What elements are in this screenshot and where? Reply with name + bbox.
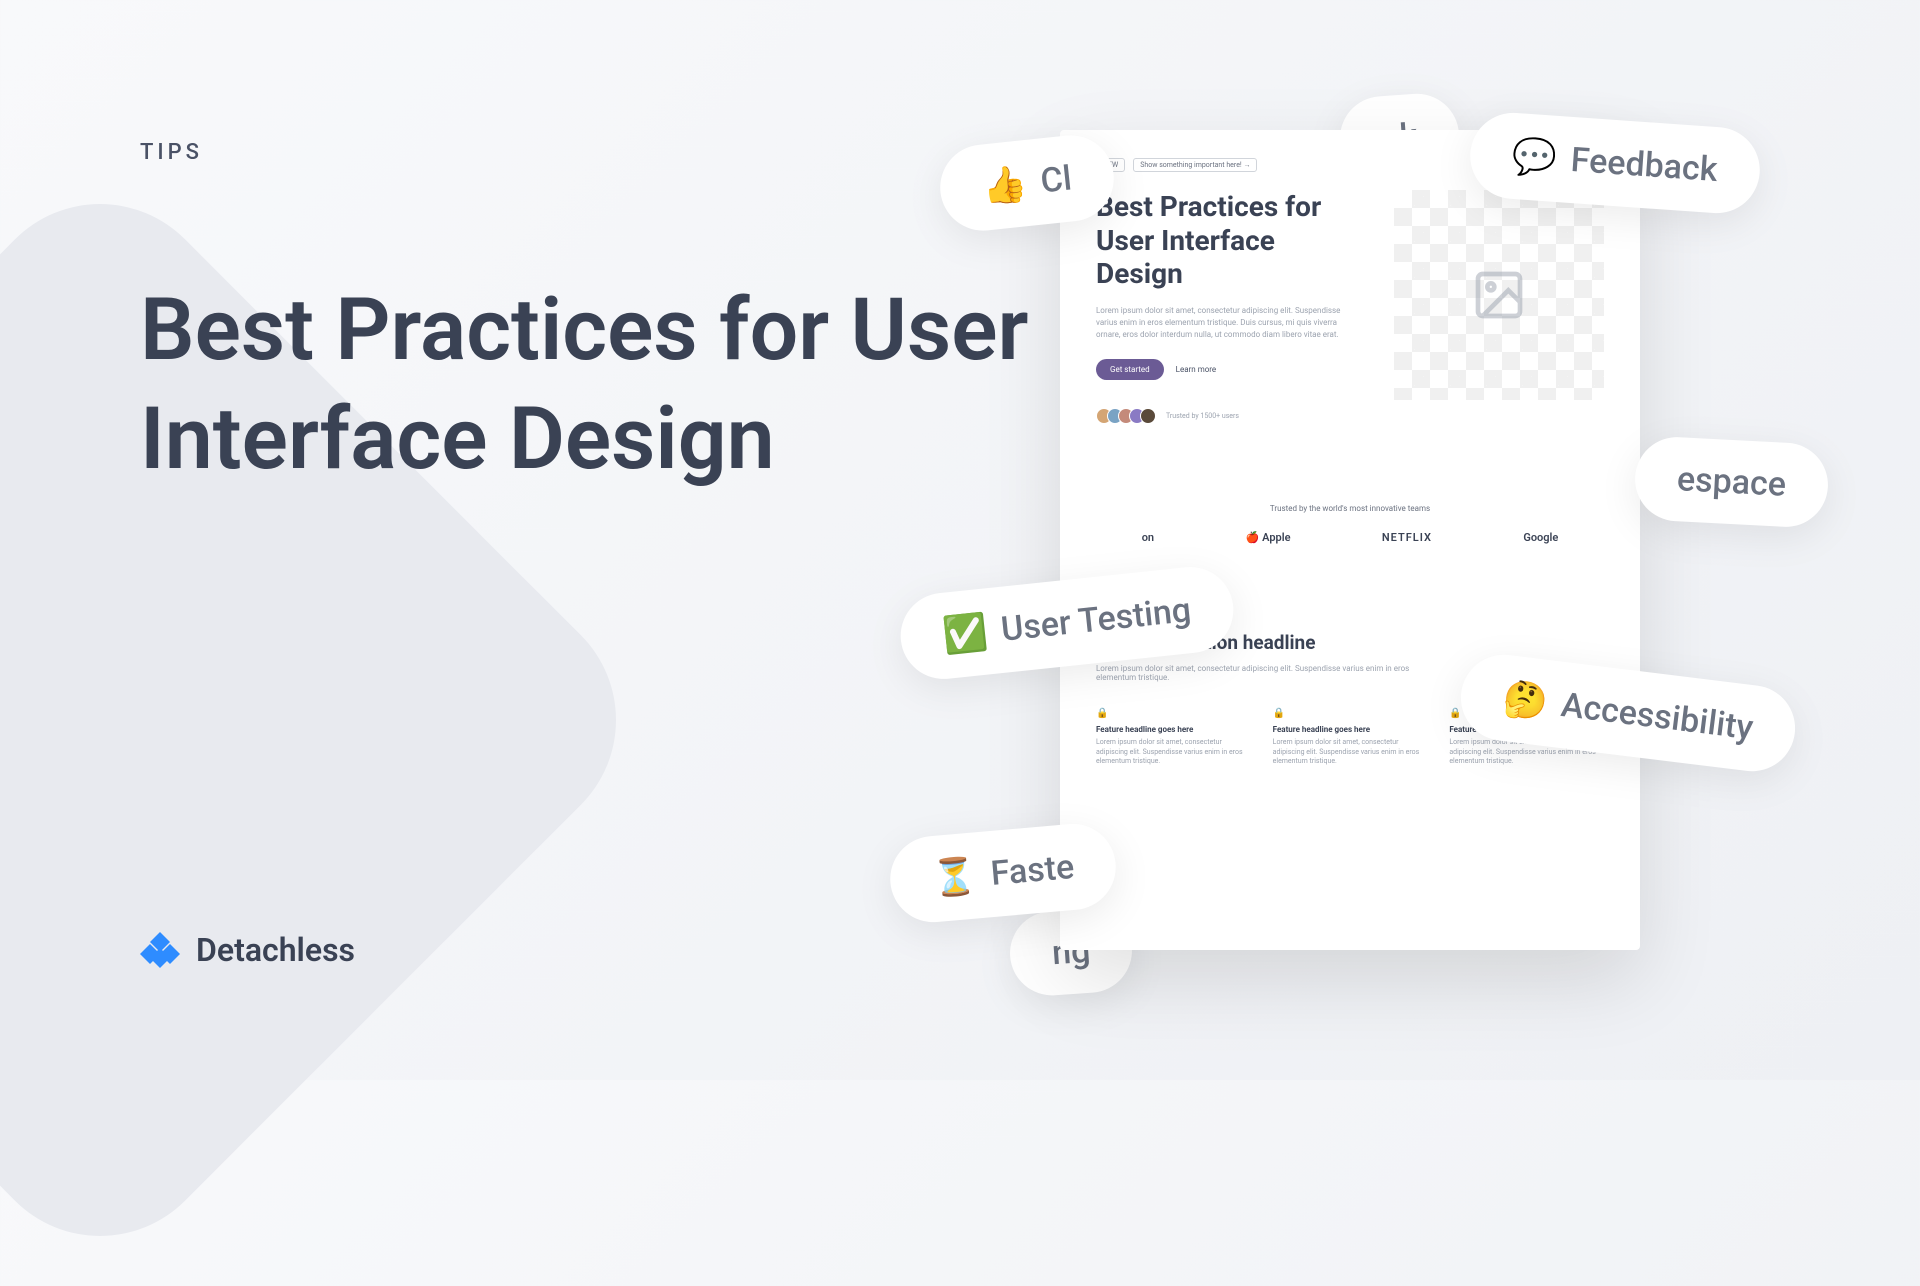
mock-hero: Best Practices for User Interface Design…: [1096, 190, 1604, 424]
amazon-logo: on: [1142, 531, 1154, 544]
speech-bubble-icon: 💬: [1511, 135, 1559, 180]
feature-text: Lorem ipsum dolor sit amet, consectetur …: [1096, 738, 1251, 767]
lock-icon: 🔒: [1273, 708, 1428, 719]
image-icon: [1471, 267, 1527, 323]
announcement-badge: Show something important here! →: [1133, 158, 1257, 172]
mock-title: Best Practices for User Interface Design: [1096, 190, 1354, 291]
detachless-logo-icon: [140, 930, 180, 970]
feature-headline: Feature headline goes here: [1096, 725, 1251, 734]
logos-row: on 🍎 Apple NETFLIX Google: [1096, 531, 1604, 544]
logos-title: Trusted by the world's most innovative t…: [1096, 504, 1604, 513]
checkmark-icon: ✅: [940, 610, 989, 656]
thumbs-up-icon: 👍: [980, 162, 1029, 208]
pill-whitespace: espace: [1633, 435, 1830, 529]
pill-label: espace: [1676, 459, 1787, 505]
lock-icon: 🔒: [1096, 708, 1251, 719]
pill-label: User Testing: [999, 590, 1193, 650]
brand-name: Detachless: [196, 931, 355, 969]
pill-label: Accessibility: [1559, 685, 1755, 748]
feature-item: 🔒 Feature headline goes here Lorem ipsum…: [1096, 708, 1251, 767]
mockup-page: NEW Show something important here! → Bes…: [1060, 130, 1640, 950]
avatar: [1140, 408, 1156, 424]
image-placeholder: [1394, 190, 1604, 400]
get-started-button[interactable]: Get started: [1096, 359, 1164, 380]
mock-cta-row: Get started Learn more: [1096, 359, 1354, 380]
mock-desc: Lorem ipsum dolor sit amet, consectetur …: [1096, 305, 1354, 341]
feature-item: 🔒 Feature headline goes here Lorem ipsum…: [1273, 708, 1428, 767]
mock-trusted-row: Trusted by 1500+ users: [1096, 408, 1354, 424]
feature-headline: Feature headline goes here: [1273, 725, 1428, 734]
trusted-text: Trusted by 1500+ users: [1166, 412, 1239, 420]
thinking-face-icon: 🤔: [1500, 677, 1550, 724]
netflix-logo: NETFLIX: [1382, 531, 1432, 544]
page-title: Best Practices for User Interface Design: [140, 275, 1040, 493]
avatar-stack: [1096, 408, 1156, 424]
pill-label: Feedback: [1570, 140, 1719, 190]
hourglass-icon: ⏳: [930, 854, 978, 900]
brand: Detachless: [140, 930, 355, 970]
apple-logo: 🍎 Apple: [1245, 531, 1290, 544]
mock-hero-left: Best Practices for User Interface Design…: [1096, 190, 1354, 424]
apple-icon: 🍎: [1245, 531, 1259, 544]
pill-label: Cl: [1039, 158, 1074, 201]
pill-label: Faste: [989, 847, 1076, 894]
learn-more-link[interactable]: Learn more: [1176, 365, 1216, 374]
google-logo: Google: [1523, 531, 1558, 544]
features-desc: Lorem ipsum dolor sit amet, consectetur …: [1096, 664, 1426, 682]
feature-text: Lorem ipsum dolor sit amet, consectetur …: [1273, 738, 1428, 767]
